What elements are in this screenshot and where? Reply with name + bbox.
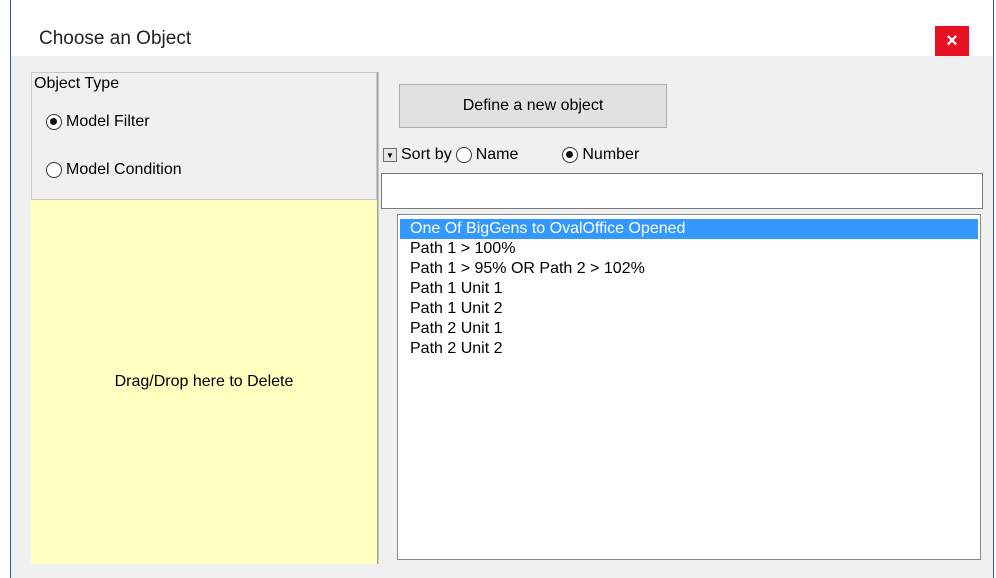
radio-button-icon[interactable] <box>46 162 62 178</box>
left-panel: Object Type Model Filter Model Condition… <box>31 72 378 564</box>
list-item[interactable]: Path 2 Unit 1 <box>400 319 978 339</box>
object-type-legend: Object Type <box>34 75 120 93</box>
filter-input[interactable] <box>381 173 983 209</box>
list-item[interactable]: Path 2 Unit 2 <box>400 339 978 359</box>
radio-label: Model Condition <box>66 161 182 178</box>
sort-name-label: Name <box>475 146 519 163</box>
radio-model-condition[interactable]: Model Condition <box>46 161 182 179</box>
sort-label: Sort by <box>401 146 452 163</box>
define-new-object-button[interactable]: Define a new object <box>399 84 667 128</box>
choose-object-dialog: Choose an Object × Object Type Model Fil… <box>10 0 994 578</box>
sort-controls: ▼ Sort by Name Number <box>383 146 639 164</box>
list-item[interactable]: Path 1 > 100% <box>400 239 978 259</box>
radio-label: Model Filter <box>66 113 150 130</box>
list-item[interactable]: Path 1 Unit 2 <box>400 299 978 319</box>
object-type-group: Object Type Model Filter Model Condition <box>31 72 377 200</box>
title-bar: Choose an Object × <box>11 0 993 56</box>
right-panel: Define a new object ▼ Sort by Name Numbe… <box>378 72 985 564</box>
close-icon: × <box>946 29 958 52</box>
radio-model-filter[interactable]: Model Filter <box>46 113 150 131</box>
list-item[interactable]: Path 1 Unit 1 <box>400 279 978 299</box>
list-item[interactable]: One Of BigGens to OvalOffice Opened <box>400 219 978 239</box>
radio-button-icon[interactable] <box>46 114 62 130</box>
radio-sort-name[interactable] <box>455 147 472 163</box>
sort-number-label: Number <box>582 146 640 163</box>
list-item[interactable]: Path 1 > 95% OR Path 2 > 102% <box>400 259 978 279</box>
object-list[interactable]: One Of BigGens to OvalOffice Opened Path … <box>397 214 981 560</box>
drop-zone-label: Drag/Drop here to Delete <box>114 373 294 390</box>
delete-drop-zone[interactable]: Drag/Drop here to Delete <box>31 200 377 564</box>
radio-sort-number[interactable] <box>562 147 579 163</box>
close-button[interactable]: × <box>935 26 969 56</box>
chevron-down-icon[interactable]: ▼ <box>383 148 397 162</box>
dialog-title: Choose an Object <box>39 28 192 49</box>
